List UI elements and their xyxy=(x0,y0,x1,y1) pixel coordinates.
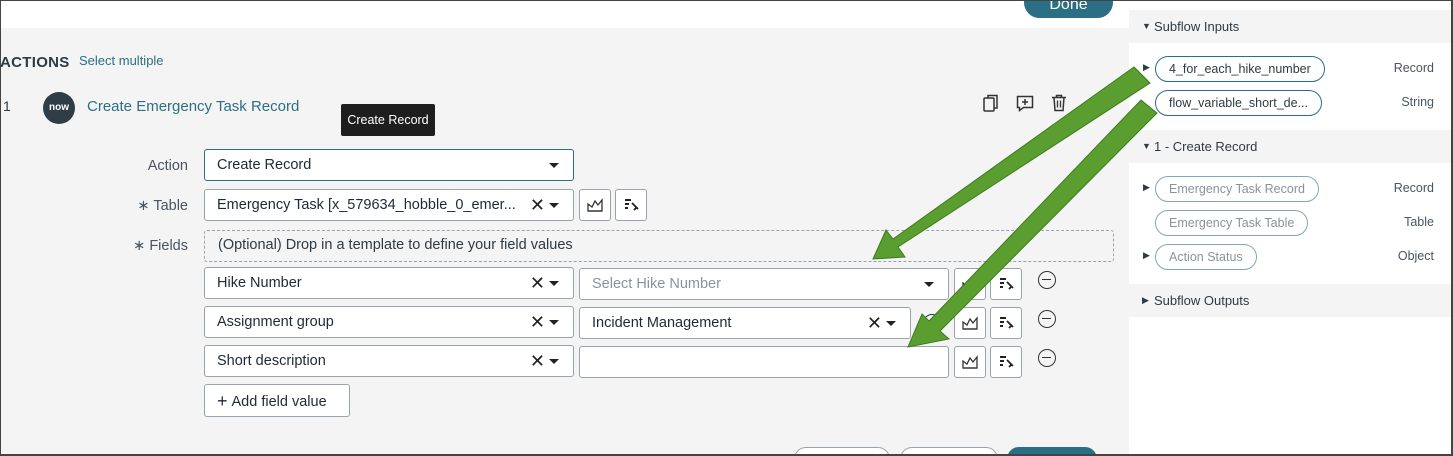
clear-icon[interactable]: ✕ xyxy=(530,352,545,370)
field-select-value: Assignment group xyxy=(217,314,334,330)
data-pill[interactable]: Action Status xyxy=(1155,244,1257,270)
value-select-row-2[interactable]: Incident Management ✕ xyxy=(579,307,911,339)
data-pill-icon xyxy=(962,355,978,369)
data-pill-picker-button[interactable] xyxy=(579,189,611,221)
caret-right-icon[interactable]: ▶ xyxy=(1143,250,1150,261)
table-label: ∗ Table xyxy=(137,198,188,214)
delete-button[interactable] xyxy=(794,447,890,454)
data-pill-picker-button[interactable] xyxy=(954,268,986,300)
data-pill-type: Record xyxy=(1393,61,1434,75)
value-input-row-3[interactable] xyxy=(579,346,949,378)
subflow-outputs-header[interactable]: ▶ Subflow Outputs xyxy=(1129,284,1451,317)
action-select[interactable]: Create Record xyxy=(204,149,574,181)
field-select-row-1[interactable]: Hike Number ✕ xyxy=(204,267,574,299)
script-icon xyxy=(625,199,639,211)
action-label: Action xyxy=(147,158,188,174)
value-select-value: Incident Management xyxy=(592,315,732,331)
field-select-row-2[interactable]: Assignment group ✕ xyxy=(204,306,574,338)
data-pill-icon xyxy=(587,198,603,212)
step-number: 1 xyxy=(3,98,11,114)
script-toggle-button[interactable] xyxy=(990,346,1022,378)
fields-label: ∗ Fields xyxy=(133,238,188,254)
done-button[interactable]: Done xyxy=(1024,1,1113,18)
clear-icon[interactable]: ✕ xyxy=(530,274,545,292)
action-toolbar xyxy=(981,93,1069,113)
now-logo-icon: now xyxy=(43,92,75,124)
plus-icon: + xyxy=(217,391,228,411)
field-select-value: Hike Number xyxy=(217,275,302,291)
chevron-down-icon[interactable] xyxy=(924,282,934,287)
save-button[interactable] xyxy=(1007,447,1097,454)
caret-down-icon: ▼ xyxy=(1142,141,1151,151)
field-select-row-3[interactable]: Short description ✕ xyxy=(204,345,574,377)
section-title: 1 - Create Record xyxy=(1154,139,1258,154)
add-field-value-button[interactable]: + Add field value xyxy=(204,384,350,417)
data-pill[interactable]: Emergency Task Record xyxy=(1155,176,1319,202)
table-select[interactable]: Emergency Task [x_579634_hobble_0_emer..… xyxy=(204,189,574,221)
tooltip: Create Record xyxy=(341,104,435,136)
section-title: Subflow Outputs xyxy=(1154,293,1250,308)
data-pill-icon xyxy=(962,277,978,291)
copy-icon[interactable] xyxy=(981,93,1001,113)
caret-right-icon: ▶ xyxy=(1142,295,1149,305)
field-select-value: Short description xyxy=(217,353,326,369)
clear-icon[interactable]: ✕ xyxy=(867,314,882,332)
action-select-value: Create Record xyxy=(217,157,312,173)
table-select-value: Emergency Task [x_579634_hobble_0_emer..… xyxy=(217,197,516,213)
data-pill[interactable]: flow_variable_short_de... xyxy=(1155,90,1322,116)
cancel-button[interactable] xyxy=(900,447,998,454)
section-title: Subflow Inputs xyxy=(1154,19,1240,34)
data-pill-picker-button[interactable] xyxy=(954,346,986,378)
script-icon xyxy=(1000,317,1014,329)
chevron-down-icon[interactable] xyxy=(549,359,559,364)
top-strip xyxy=(1,1,1129,28)
data-pill[interactable]: Emergency Task Table xyxy=(1155,210,1309,236)
template-dropzone[interactable]: (Optional) Drop in a template to define … xyxy=(204,230,1114,262)
chevron-down-icon[interactable] xyxy=(886,321,896,326)
data-pill[interactable]: 4_for_each_hike_number xyxy=(1155,56,1325,82)
caret-right-icon[interactable]: ▶ xyxy=(1143,182,1150,193)
script-icon xyxy=(1000,356,1014,368)
caret-down-icon: ▼ xyxy=(1142,21,1151,31)
data-pill-type: Table xyxy=(1404,215,1434,229)
clear-icon[interactable]: ✕ xyxy=(530,313,545,331)
script-toggle-button[interactable] xyxy=(990,268,1022,300)
chevron-down-icon[interactable] xyxy=(549,281,559,286)
value-placeholder: Select Hike Number xyxy=(592,276,721,292)
app-frame: Done ACTIONS Select multiple 1 now Creat… xyxy=(0,0,1453,456)
create-record-header[interactable]: ▼ 1 - Create Record xyxy=(1129,130,1451,163)
value-select-row-1[interactable]: Select Hike Number xyxy=(579,268,949,300)
action-title[interactable]: Create Emergency Task Record xyxy=(87,98,299,115)
data-pill-type: String xyxy=(1401,95,1434,109)
clear-icon[interactable]: ✕ xyxy=(530,196,545,214)
data-pill-type: Object xyxy=(1397,249,1434,263)
data-pill-type: Record xyxy=(1393,181,1434,195)
select-multiple-link[interactable]: Select multiple xyxy=(79,53,164,68)
actions-header: ACTIONS Select multiple xyxy=(1,28,1129,86)
script-toggle-button[interactable] xyxy=(615,189,647,221)
flow-editor: Done ACTIONS Select multiple 1 now Creat… xyxy=(1,1,1129,454)
actions-title: ACTIONS xyxy=(0,54,70,71)
script-icon xyxy=(1000,278,1014,290)
data-pill-picker-button[interactable] xyxy=(954,307,986,339)
caret-right-icon[interactable]: ▶ xyxy=(1143,62,1150,73)
remove-row-icon[interactable] xyxy=(1038,271,1056,289)
chevron-down-icon[interactable] xyxy=(549,203,559,208)
add-field-label: Add field value xyxy=(231,394,327,410)
chevron-down-icon xyxy=(549,163,559,168)
data-pill-icon xyxy=(962,316,978,330)
data-panel: ▼ Subflow Inputs ▶ 4_for_each_hike_numbe… xyxy=(1129,1,1451,454)
chevron-down-icon[interactable] xyxy=(549,320,559,325)
add-comment-icon[interactable] xyxy=(1015,93,1035,113)
info-icon[interactable] xyxy=(923,314,941,332)
trash-icon[interactable] xyxy=(1049,93,1069,113)
remove-row-icon[interactable] xyxy=(1038,310,1056,328)
subflow-inputs-header[interactable]: ▼ Subflow Inputs xyxy=(1129,10,1451,43)
script-toggle-button[interactable] xyxy=(990,307,1022,339)
remove-row-icon[interactable] xyxy=(1038,349,1056,367)
